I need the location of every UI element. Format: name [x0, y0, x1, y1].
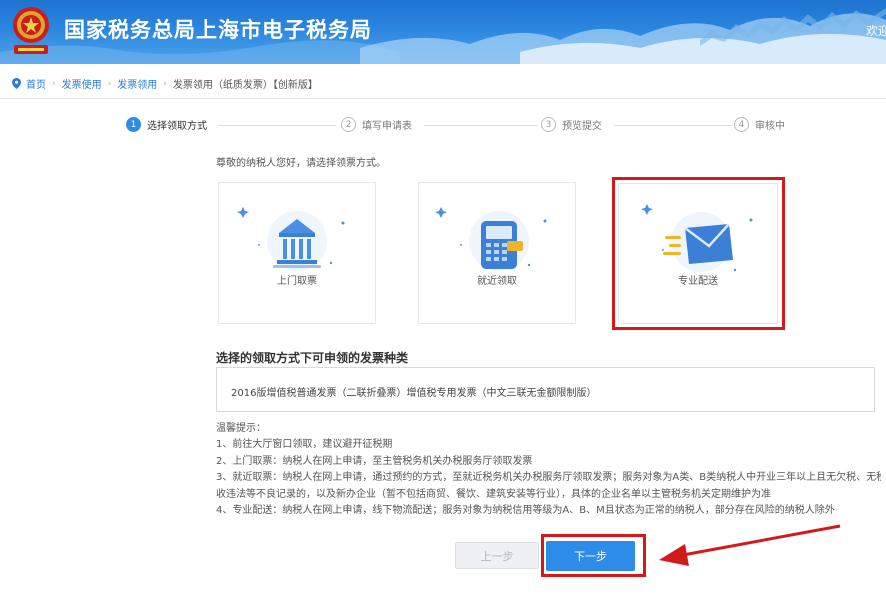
step-2: 2 填写申请表 [341, 117, 412, 132]
method-card-pickup[interactable]: 上门取票 [218, 182, 376, 324]
invoice-types-text: 2016版增值税普通发票（二联折叠票）增值税专用发票（中文三联无金额限制版） [231, 388, 597, 399]
tip-line: 4、专业配送：纳税人在网上申请，线下物流配送；服务对象为纳税信用等级为A、B、M… [216, 505, 835, 517]
method-label: 就近领取 [477, 276, 517, 287]
step-connector [424, 125, 538, 126]
step-number: 3 [541, 117, 556, 132]
breadcrumb: 首页 › 发票使用 › 发票领用 › 发票领用（纸质发票）【创新版】 [12, 76, 318, 91]
intro-text: 尊敬的纳税人您好，请选择领票方式。 [216, 158, 386, 169]
step-number: 1 [126, 117, 141, 132]
tips-panel: 温馨提示： 1、前往大厅窗口领取，建议避开征税期 2、上门取票：纳税人在网上申请… [216, 421, 881, 519]
selection-highlight [612, 177, 785, 330]
breadcrumb-separator-icon: › [107, 78, 112, 89]
bank-building-icon [237, 207, 345, 271]
breadcrumb-invoice-collect[interactable]: 发票领用 [117, 76, 157, 91]
invoice-types-box: 2016版增值税普通发票（二联折叠票）增值税专用发票（中文三联无金额限制版） [216, 367, 875, 412]
step-number: 4 [734, 117, 749, 132]
next-step-button[interactable]: 下一步 [546, 541, 635, 571]
previous-step-button[interactable]: 上一步 [455, 542, 539, 569]
step-number: 2 [341, 117, 356, 132]
tip-line: 1、前往大厅窗口领取，建议避开征税期 [216, 439, 393, 451]
breadcrumb-current: 发票领用（纸质发票）【创新版】 [172, 80, 318, 91]
breadcrumb-invoice-use[interactable]: 发票使用 [62, 76, 102, 91]
tip-line: 3、就近取票：纳税人在网上申请，通过预约的方式，至就近税务机关办税服务厅领取发票… [216, 472, 881, 484]
step-label: 选择领取方式 [147, 121, 207, 132]
step-label: 预览提交 [562, 121, 602, 132]
step-connector [218, 125, 336, 126]
location-pin-icon [12, 78, 21, 89]
method-label: 上门取票 [277, 276, 317, 287]
welcome-text: 欢迎 [866, 24, 886, 38]
site-header-banner: 国家税务总局上海市电子税务局 欢迎 [0, 0, 886, 64]
tip-line: 2、上门取票：纳税人在网上申请，至主管税务机关办税服务厅领取发票 [216, 455, 533, 467]
breadcrumb-separator-icon: › [163, 78, 167, 89]
method-card-nearby[interactable]: 就近领取 [418, 182, 576, 324]
tip-line: 收违法等不良记录的，以及新办企业（暂不包括商贸、餐饮、建筑安装等行业），具体的企… [216, 488, 771, 500]
invoice-types-heading: 选择的领取方式下可申领的发票种类 [216, 351, 409, 365]
breadcrumb-separator-icon: › [52, 78, 56, 89]
breadcrumb-home[interactable]: 首页 [26, 76, 46, 91]
pos-terminal-icon [435, 207, 547, 271]
national-emblem-logo [13, 7, 49, 54]
step-connector [614, 125, 732, 126]
step-1: 1 选择领取方式 [126, 117, 207, 132]
step-4: 4 审核中 [734, 117, 785, 132]
header-divider [0, 98, 886, 99]
tips-title: 温馨提示： [216, 423, 266, 434]
progress-steps: 1 选择领取方式 2 填写申请表 3 预览提交 4 审核中 [126, 117, 886, 135]
site-title: 国家税务总局上海市电子税务局 [64, 18, 372, 42]
step-3: 3 预览提交 [541, 117, 602, 132]
step-label: 审核中 [755, 121, 785, 132]
red-pointer-arrow-icon [659, 524, 841, 566]
step-label: 填写申请表 [362, 121, 412, 132]
